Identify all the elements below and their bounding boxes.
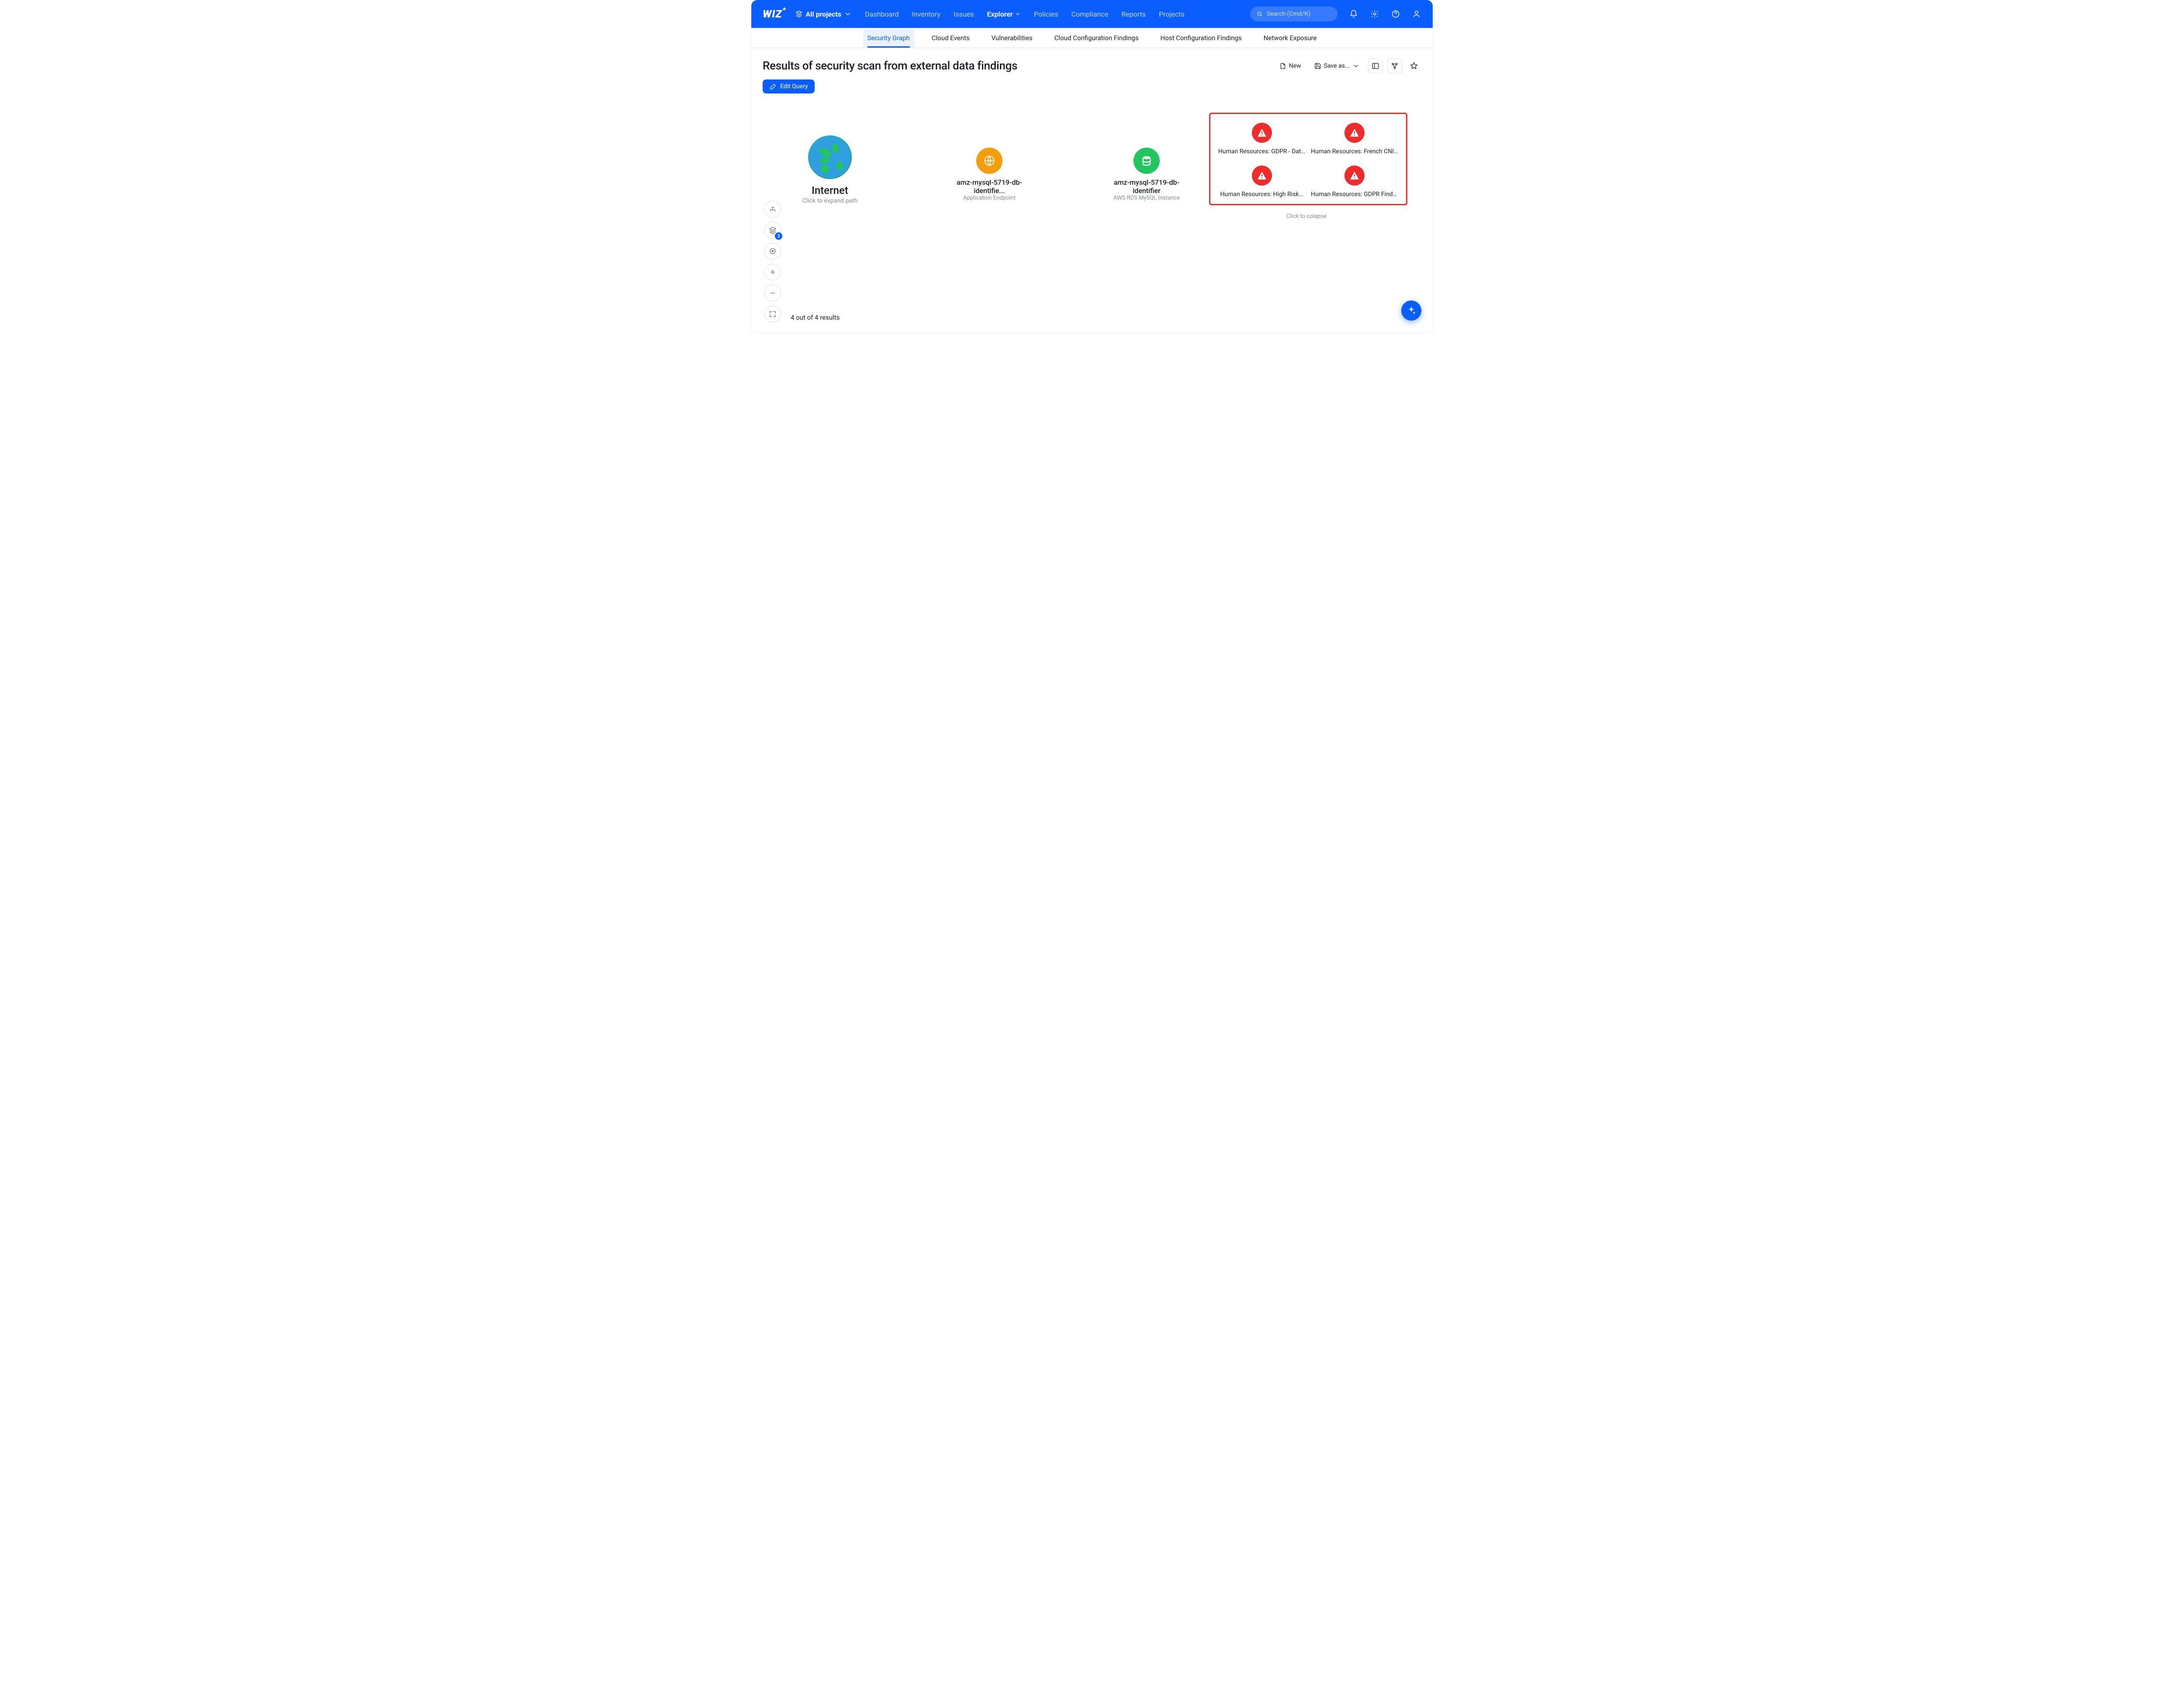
sparkle-icon [1406, 306, 1416, 315]
nav-inventory[interactable]: Inventory [912, 10, 941, 18]
tab-network-exposure[interactable]: Network Exposure [1259, 29, 1321, 47]
nav-reports[interactable]: Reports [1121, 10, 1146, 18]
file-icon [1279, 62, 1286, 69]
fullscreen-button[interactable] [764, 306, 781, 322]
nav-explorer[interactable]: Explorer [987, 10, 1020, 18]
layers-badge: 2 [775, 232, 782, 240]
save-icon [1314, 62, 1321, 69]
minus-icon [769, 289, 777, 297]
tab-cloud-config[interactable]: Cloud Configuration Findings [1050, 29, 1143, 47]
project-selector-label: All projects [805, 10, 841, 18]
collapse-hint: Click to colapse [1286, 213, 1327, 220]
node-app-endpoint[interactable]: amz-mysql-5719-db-identifie... Applicati… [943, 148, 1035, 201]
tab-security-graph[interactable]: Security Graph [863, 29, 914, 47]
target-icon [769, 247, 777, 255]
hierarchy-icon [769, 205, 777, 213]
zoom-in-button[interactable] [764, 264, 781, 280]
brand-logo: WIZ✦ [763, 8, 782, 20]
globe-icon [808, 135, 852, 179]
node-database-subtitle: AWS RDS MySQL Instance [1101, 195, 1192, 201]
nav-dashboard[interactable]: Dashboard [865, 10, 898, 18]
sidebar-icon [1372, 62, 1379, 70]
help-icon [1391, 10, 1400, 18]
top-nav: WIZ✦ All projects Dashboard Inventory Is… [751, 0, 1433, 28]
main-nav: Dashboard Inventory Issues Explorer Poli… [865, 10, 1185, 18]
user-menu-button[interactable] [1412, 9, 1421, 19]
search-placeholder: Search (Cmd/K) [1267, 10, 1310, 17]
chevron-down-icon [1352, 62, 1359, 69]
finding-label: Human Resources: GDPR Findings [1311, 191, 1398, 198]
nav-projects[interactable]: Projects [1159, 10, 1185, 18]
node-app-endpoint-title: amz-mysql-5719-db-identifie... [943, 178, 1035, 195]
expand-icon [769, 310, 777, 318]
bell-icon [1349, 10, 1358, 18]
favorite-button[interactable] [1406, 59, 1421, 73]
nav-compliance[interactable]: Compliance [1071, 10, 1109, 18]
node-internet[interactable]: Internet Click to expand path [786, 135, 874, 204]
finding-item[interactable]: Human Resources: GDPR - Dat... [1218, 123, 1306, 155]
graph-canvas[interactable]: Internet Click to expand path amz-mysql-… [751, 92, 1433, 332]
graph-toolbar: 2 [764, 201, 781, 322]
finding-item[interactable]: Human Resources: GDPR Findings [1311, 166, 1398, 198]
chevron-down-icon [844, 10, 852, 18]
user-icon [1412, 10, 1421, 18]
explorer-tabs: Security Graph Cloud Events Vulnerabilit… [751, 28, 1433, 48]
save-as-button[interactable]: Save as... [1310, 60, 1364, 72]
finding-item[interactable]: Human Resources: French CNI... [1311, 123, 1398, 155]
graph-icon [1391, 62, 1399, 70]
nav-issues[interactable]: Issues [954, 10, 974, 18]
node-internet-subtitle: Click to expand path [786, 197, 874, 204]
nav-policies[interactable]: Policies [1034, 10, 1058, 18]
layout-button[interactable] [764, 201, 781, 217]
settings-button[interactable] [1370, 9, 1379, 19]
notifications-button[interactable] [1349, 9, 1358, 19]
search-icon [1256, 10, 1263, 17]
graph-view-button[interactable] [1387, 59, 1402, 73]
zoom-out-button[interactable] [764, 285, 781, 301]
node-app-endpoint-subtitle: Application Endpoint [943, 195, 1035, 201]
tab-cloud-events[interactable]: Cloud Events [927, 29, 974, 47]
finding-label: Human Resources: French CNI... [1311, 148, 1398, 155]
tab-vulnerabilities[interactable]: Vulnerabilities [987, 29, 1037, 47]
finding-item[interactable]: Human Resources: High Risk... [1218, 166, 1306, 198]
stack-icon [795, 10, 803, 18]
pencil-icon [770, 83, 777, 90]
finding-label: Human Resources: High Risk... [1218, 191, 1306, 198]
results-count: 4 out of 4 results [791, 314, 840, 321]
panel-toggle-button[interactable] [1368, 59, 1383, 73]
endpoint-icon [976, 148, 1002, 174]
alert-icon [1252, 166, 1272, 186]
node-database-title: amz-mysql-5719-db-identifier [1101, 178, 1192, 195]
database-icon [1133, 148, 1160, 174]
chevron-down-icon [1015, 11, 1021, 17]
node-internet-title: Internet [786, 184, 874, 197]
help-button[interactable] [1391, 9, 1400, 19]
alert-icon [1252, 123, 1272, 143]
project-selector[interactable]: All projects [795, 10, 852, 18]
center-button[interactable] [764, 243, 781, 259]
finding-label: Human Resources: GDPR - Dat... [1218, 148, 1306, 155]
layers-icon [769, 226, 777, 234]
alert-icon [1344, 123, 1365, 143]
star-icon [1410, 62, 1418, 70]
new-button[interactable]: New [1275, 60, 1306, 72]
search-input[interactable]: Search (Cmd/K) [1250, 7, 1337, 21]
tab-host-config[interactable]: Host Configuration Findings [1156, 29, 1246, 47]
plus-icon [769, 268, 777, 276]
gear-icon [1370, 10, 1379, 18]
findings-group[interactable]: Human Resources: GDPR - Dat... Human Res… [1209, 113, 1407, 205]
node-database[interactable]: amz-mysql-5719-db-identifier AWS RDS MyS… [1101, 148, 1192, 201]
alert-icon [1344, 166, 1365, 186]
ai-assist-button[interactable] [1401, 300, 1421, 321]
layers-button[interactable]: 2 [764, 222, 781, 238]
page-header: Results of security scan from external d… [751, 48, 1433, 78]
page-title: Results of security scan from external d… [763, 59, 1017, 72]
